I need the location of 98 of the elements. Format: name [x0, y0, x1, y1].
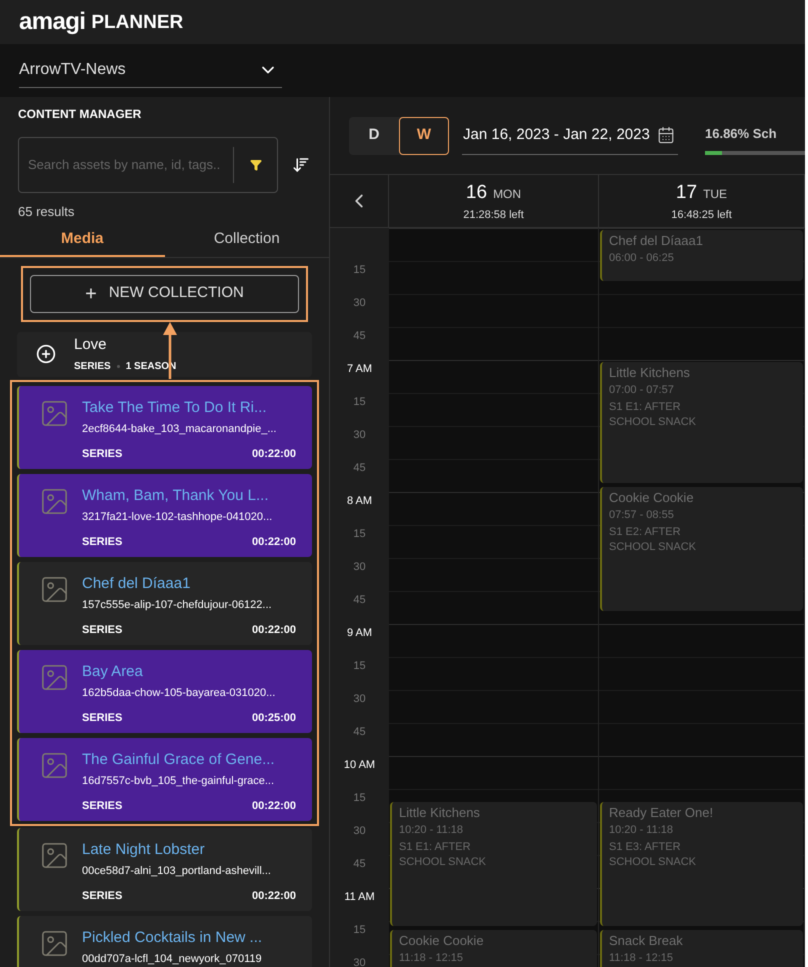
- schedule-status: 16.86% Sch: [705, 124, 778, 143]
- event-title: Little Kitchens: [609, 365, 691, 381]
- event-time: 06:00 - 06:25: [609, 251, 675, 266]
- logo: amagi: [19, 10, 86, 34]
- asset-card[interactable]: Chef del Díaaa1 157c555e-alip-107-chefdujour-06122... SERIES 00:22:00: [17, 562, 312, 644]
- asset-duration: 00:22:00: [252, 534, 296, 550]
- day-number: 17: [676, 180, 698, 204]
- weekday: TUE: [703, 186, 728, 202]
- weekday: MON: [493, 186, 522, 202]
- time-label: 45: [353, 857, 366, 872]
- date-range-field[interactable]: Jan 16, 2023 - Jan 22, 2023: [462, 116, 678, 154]
- asset-type: SERIES: [82, 888, 122, 904]
- asset-type: SERIES: [82, 798, 122, 814]
- time-label: 30: [353, 428, 366, 443]
- asset-id: 3217fa21-love-102-tashhope-041020...: [82, 510, 274, 524]
- asset-duration: 00:22:00: [252, 622, 296, 638]
- asset-type: SERIES: [82, 622, 122, 638]
- calendar-icon[interactable]: [657, 126, 675, 144]
- event-episode: S1 E1: AFTER SCHOOL SNACK: [609, 400, 698, 430]
- asset-title: Bay Area: [82, 662, 144, 682]
- asset-card[interactable]: Wham, Bam, Thank You L... 3217fa21-love-102-tashhope-041020... SERIES 00:22:00: [17, 474, 312, 556]
- event-episode: S1 E3: AFTER SCHOOL SNACK: [609, 840, 698, 870]
- day-number: 16: [466, 180, 488, 204]
- event-title: Cookie Cookie: [399, 932, 485, 949]
- time-remaining: 16:48:25 left: [671, 208, 732, 223]
- event-time: 11:18 - 12:15: [399, 950, 464, 966]
- asset-duration: 00:22:00: [252, 888, 296, 904]
- asset-card[interactable]: The Gainful Grace of Gene... 16d7557c-bvb_105_the-gainful-grace... SERIES 00:22:00: [17, 738, 312, 820]
- tab[interactable]: Media: [0, 224, 164, 256]
- time-label: 45: [353, 329, 366, 344]
- asset-id: 162b5daa-chow-105-bayarea-031020...: [82, 686, 276, 700]
- asset-title: The Gainful Grace of Gene...: [82, 750, 276, 770]
- time-label: 30: [353, 956, 366, 967]
- asset-id: 157c555e-alip-107-chefdujour-06122...: [82, 598, 273, 612]
- asset-title: Take The Time To Do It Ri...: [82, 398, 268, 418]
- time-label: 45: [353, 461, 366, 476]
- time-label: 15: [353, 527, 366, 542]
- event-title: Snack Break: [609, 932, 684, 949]
- search-field[interactable]: Search assets by name, id, tags..: [18, 137, 278, 193]
- asset-id: 00dd707a-lcfl_104_newyork_070119: [82, 952, 263, 966]
- time-remaining: 21:28:58 left: [463, 208, 524, 223]
- event-title: Chef del Díaaa1: [609, 233, 704, 249]
- search-input[interactable]: Search assets by name, id, tags..: [19, 155, 233, 175]
- filter-icon[interactable]: [250, 159, 262, 171]
- event-time: 11:18 - 12:15: [609, 950, 674, 966]
- time-label: 7 AM: [346, 362, 372, 377]
- results-count: 65 results: [18, 203, 76, 221]
- event-time: 07:57 - 08:55: [609, 508, 675, 524]
- time-label: 15: [353, 659, 366, 674]
- tab[interactable]: Collection: [164, 224, 329, 256]
- time-label: 9 AM: [346, 626, 372, 641]
- event-episode: S1 E2: AFTER SCHOOL SNACK: [609, 524, 698, 555]
- time-label: 8 AM: [346, 494, 372, 509]
- app-title: PLANNER: [91, 12, 184, 32]
- event-title: Cookie Cookie: [609, 490, 695, 506]
- event-time: 10:20 - 11:18: [399, 823, 464, 838]
- asset-type: SERIES: [82, 534, 122, 550]
- time-label: 45: [353, 725, 366, 740]
- time-label: 30: [353, 824, 366, 839]
- event-time: 10:20 - 11:18: [609, 823, 674, 838]
- asset-id: 2ecf8644-bake_103_macaronandpie_...: [82, 422, 278, 436]
- section-title: CONTENT MANAGER: [18, 106, 142, 123]
- time-label: 15: [353, 395, 366, 410]
- time-label: 15: [353, 923, 366, 938]
- event-title: Little Kitchens: [399, 805, 481, 821]
- asset-id: 16d7557c-bvb_105_the-gainful-grace...: [82, 774, 276, 788]
- time-label: 10 AM: [344, 758, 376, 773]
- view-toggle[interactable]: W: [399, 116, 449, 154]
- new-collection-button[interactable]: + NEW COLLECTION: [30, 274, 299, 312]
- time-label: 30: [353, 692, 366, 707]
- asset-type: SERIES: [82, 710, 122, 726]
- sort-icon[interactable]: [292, 156, 310, 174]
- asset-title: Pickled Cocktails in New ...: [82, 928, 264, 948]
- time-label: 30: [353, 296, 366, 311]
- asset-duration: 00:22:00: [252, 446, 296, 462]
- time-label: 30: [353, 560, 366, 575]
- asset-duration: 00:22:00: [252, 798, 296, 814]
- time-label: 15: [353, 263, 366, 278]
- event-title: Ready Eater One!: [609, 805, 714, 821]
- event-time: 07:00 - 07:57: [609, 383, 675, 398]
- view-toggle[interactable]: D: [349, 116, 399, 154]
- asset-id: 00ce58d7-alni_103_portland-ashevill...: [82, 864, 272, 878]
- add-circle-icon[interactable]: [36, 344, 56, 364]
- collection-title: Love: [74, 334, 108, 355]
- asset-card[interactable]: Take The Time To Do It Ri... 2ecf8644-bake_103_macaronandpie_... SERIES 00:22:00: [17, 386, 312, 468]
- asset-title: Wham, Bam, Thank You L...: [82, 486, 270, 506]
- asset-type: SERIES: [82, 446, 122, 462]
- time-label: 15: [353, 791, 366, 806]
- asset-card[interactable]: Late Night Lobster 00ce58d7-alni_103_portland-ashevill... SERIES 00:22:00: [17, 828, 312, 910]
- asset-duration: 00:25:00: [252, 710, 296, 726]
- asset-card[interactable]: Pickled Cocktails in New ... 00dd707a-lcfl_104_newyork_070119: [17, 916, 312, 967]
- asset-title: Chef del Díaaa1: [82, 574, 192, 594]
- asset-card[interactable]: Bay Area 162b5daa-chow-105-bayarea-031020... SERIES 00:25:00: [17, 650, 312, 732]
- event-episode: S1 E1: AFTER SCHOOL SNACK: [399, 840, 488, 870]
- collection-type: SERIES: [74, 360, 111, 374]
- time-label: 11 AM: [344, 890, 375, 905]
- asset-title: Late Night Lobster: [82, 840, 206, 860]
- time-label: 45: [353, 593, 366, 608]
